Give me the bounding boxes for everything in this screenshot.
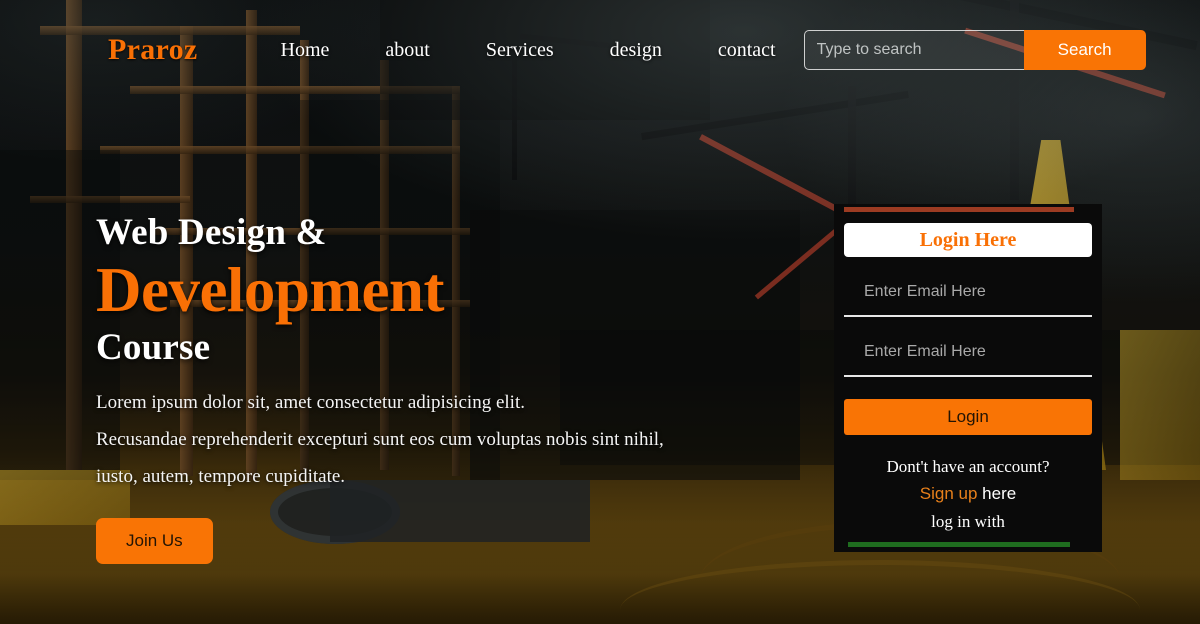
hero-section: Web Design & Development Course Lorem ip… [96,212,776,564]
hero-heading-line2: Development [96,255,444,326]
hero-paragraph-line1: Lorem ipsum dolor sit, amet consectetur … [96,392,525,414]
search-button[interactable]: Search [1023,30,1146,70]
hero-heading-line1: Web Design & [96,212,327,253]
join-us-button[interactable]: Join Us [96,517,213,564]
site-logo[interactable]: Praroz [108,33,198,67]
search-input[interactable] [803,30,1024,70]
site-header: Praroz Home about Services design contac… [0,0,1200,100]
panel-top-accent-bar [844,207,1074,212]
main-navigation: Home about Services design contact [253,39,804,62]
sign-up-link[interactable]: Sign up [920,484,978,503]
excavator-arm [1120,330,1200,480]
login-with-text: log in with [931,512,1005,532]
nav-item-home[interactable]: Home [253,39,358,62]
scaffold-beam [30,196,190,203]
search-bar: Search [803,30,1146,70]
email-field[interactable] [844,272,1092,317]
hero-paragraph-line3: iusto, autem, tempore cupiditate. [96,466,346,488]
login-panel: Login Here Login Dont't have an account?… [834,204,1102,552]
scaffold-beam [100,146,460,154]
signup-line: Sign up here [844,480,1092,508]
page-root: Praroz Home about Services design contac… [0,0,1200,624]
nav-item-services[interactable]: Services [458,39,582,62]
hero-heading-line3: Course [96,326,211,368]
nav-item-about[interactable]: about [357,39,457,62]
login-panel-title: Login Here [844,223,1092,257]
login-panel-footer: Dont't have an account? Sign up here log… [844,453,1092,536]
password-field[interactable] [844,332,1092,377]
signup-suffix-text: here [977,484,1017,504]
hero-paragraph-line2: Recusandae reprehenderit excepturi sunt … [96,429,664,451]
login-button[interactable]: Login [844,399,1092,435]
nav-item-contact[interactable]: contact [690,39,804,62]
nav-item-design[interactable]: design [582,39,690,62]
hero-heading: Web Design & Development Course [96,212,776,370]
no-account-text: Dont't have an account? [886,457,1050,476]
panel-bottom-accent-bar [848,542,1070,547]
